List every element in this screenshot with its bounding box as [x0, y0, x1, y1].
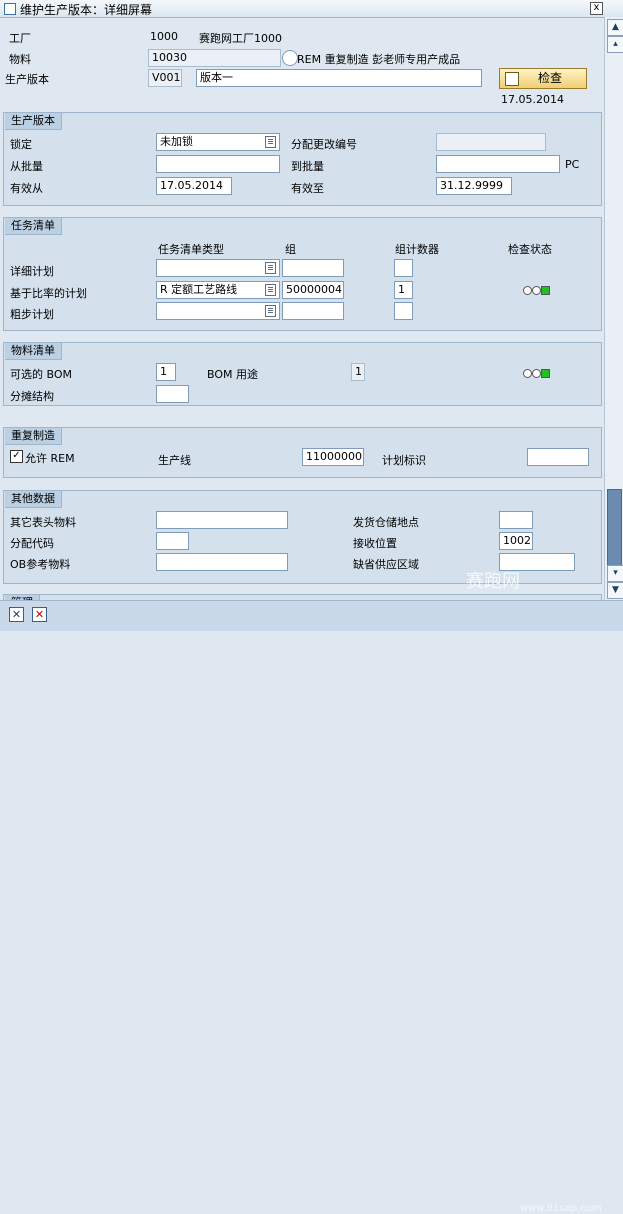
task-type-select[interactable]	[156, 259, 280, 277]
bom-usage-field[interactable]: 1	[351, 363, 365, 381]
check-icon	[505, 72, 519, 86]
scroll-top-icon[interactable]: ▲	[607, 19, 623, 36]
plant-value: 1000	[150, 30, 178, 43]
task-group-field[interactable]	[282, 302, 344, 320]
status-lights-icon	[523, 286, 551, 296]
dropdown-icon[interactable]	[265, 305, 276, 317]
valid-from-field[interactable]: 17.05.2014	[156, 177, 232, 195]
to-lot-label: 到批量	[291, 160, 324, 173]
section-production-version: 生产版本 锁定 未加锁 分配更改编号 从批量 到批量 PC 有效从 17.05.…	[3, 112, 602, 206]
task-counter-field[interactable]	[394, 259, 413, 277]
check-button[interactable]: 检查	[499, 68, 587, 89]
dropdown-icon[interactable]	[265, 284, 276, 296]
main-content: 工厂 1000 赛跑网工厂1000 物料 10030 REM 重复制造 彭老师专…	[0, 17, 603, 600]
valid-from-label: 有效从	[10, 182, 43, 195]
version-label: 生产版本	[5, 73, 49, 86]
plant-desc: 赛跑网工厂1000	[199, 32, 282, 45]
close-icon[interactable]: x	[590, 2, 603, 15]
task-type-value: R 定额工艺路线	[160, 283, 238, 296]
col-counter: 组计数器	[395, 243, 439, 256]
receive-loc-label: 接收位置	[353, 537, 397, 550]
lock-value: 未加锁	[160, 135, 193, 148]
lock-select[interactable]: 未加锁	[156, 133, 280, 151]
change-no-label: 分配更改编号	[291, 138, 357, 151]
display-object-icon[interactable]	[282, 50, 298, 66]
plant-label: 工厂	[9, 32, 31, 45]
receive-loc-field[interactable]: 1002	[499, 532, 533, 550]
watermark-url: www.91sap.com	[520, 1203, 602, 1214]
version-desc-field[interactable]: 版本一	[196, 69, 482, 87]
supply-area-label: 缺省供应区域	[353, 558, 419, 571]
valid-to-field[interactable]: 31.12.9999	[436, 177, 512, 195]
lot-unit: PC	[565, 158, 580, 171]
scroll-down-icon[interactable]: ▾	[607, 565, 623, 582]
dist-key-field[interactable]	[156, 532, 189, 550]
apportion-label: 分摊结构	[10, 390, 54, 403]
from-lot-field[interactable]	[156, 155, 280, 173]
section-title: 物料清单	[5, 343, 62, 360]
material-field[interactable]: 10030	[148, 49, 281, 67]
issue-loc-field[interactable]	[499, 511, 533, 529]
dist-key-label: 分配代码	[10, 537, 54, 550]
lock-label: 锁定	[10, 138, 32, 151]
other-header-field[interactable]	[156, 511, 288, 529]
confirm-icon[interactable]: ✕	[9, 607, 24, 622]
task-group-field[interactable]	[282, 259, 344, 277]
plan-id-label: 计划标识	[382, 454, 426, 467]
allow-rem-label: 允许 REM	[25, 452, 75, 465]
task-group-field[interactable]: 50000004	[282, 281, 344, 299]
cancel-icon[interactable]: ✕	[32, 607, 47, 622]
task-row-label: 详细计划	[10, 265, 54, 278]
vertical-scrollbar[interactable]: ▲ ▴ ▾ ▼	[604, 17, 623, 600]
section-title: 重复制造	[5, 428, 62, 445]
section-title: 任务清单	[5, 218, 62, 235]
material-label: 物料	[9, 53, 31, 66]
line-field[interactable]: 11000000	[302, 448, 364, 466]
from-lot-label: 从批量	[10, 160, 43, 173]
ob-ref-label: OB参考物料	[10, 558, 71, 571]
task-row-label: 粗步计划	[10, 308, 54, 321]
col-check: 检查状态	[508, 243, 552, 256]
scroll-bottom-icon[interactable]: ▼	[607, 582, 623, 599]
section-rem: 重复制造 ✓ 允许 REM 生产线 11000000 计划标识	[3, 427, 602, 478]
allow-rem-checkbox[interactable]: ✓	[10, 450, 23, 463]
change-no-field[interactable]	[436, 133, 546, 151]
task-row-label: 基于比率的计划	[10, 287, 87, 300]
title-bar: 维护生产版本：详细屏幕 x	[0, 0, 623, 18]
dropdown-icon[interactable]	[265, 136, 276, 148]
window-icon	[4, 3, 16, 15]
check-date: 17.05.2014	[501, 93, 564, 106]
alt-bom-field[interactable]: 1	[156, 363, 176, 381]
section-bom: 物料清单 可选的 BOM 1 BOM 用途 1 分摊结构	[3, 342, 602, 406]
task-type-select[interactable]: R 定额工艺路线	[156, 281, 280, 299]
section-title: 其他数据	[5, 491, 62, 508]
watermark: 赛跑网	[466, 571, 520, 592]
col-type: 任务清单类型	[158, 243, 224, 256]
plan-id-field[interactable]	[527, 448, 589, 466]
bom-usage-label: BOM 用途	[207, 368, 258, 381]
dropdown-icon[interactable]	[265, 262, 276, 274]
section-title: 生产版本	[5, 113, 62, 130]
window-title: 维护生产版本：详细屏幕	[20, 3, 153, 17]
task-type-select[interactable]	[156, 302, 280, 320]
line-label: 生产线	[158, 454, 191, 467]
version-field[interactable]: V001	[148, 69, 182, 87]
ob-ref-field[interactable]	[156, 553, 288, 571]
col-group: 组	[285, 243, 296, 256]
status-lights-icon	[523, 369, 551, 379]
valid-to-label: 有效至	[291, 182, 324, 195]
issue-loc-label: 发货仓储地点	[353, 516, 419, 529]
task-counter-field[interactable]: 1	[394, 281, 413, 299]
scroll-up-icon[interactable]: ▴	[607, 36, 623, 53]
task-counter-field[interactable]	[394, 302, 413, 320]
status-bar: ✕ ✕ www.91sap.com	[0, 600, 623, 1214]
apportion-field[interactable]	[156, 385, 189, 403]
material-desc: REM 重复制造 彭老师专用产成品	[297, 53, 461, 66]
to-lot-field[interactable]	[436, 155, 560, 173]
alt-bom-label: 可选的 BOM	[10, 368, 72, 381]
section-task-list: 任务清单 任务清单类型 组 组计数器 检查状态 详细计划 基于比率的计划 R 定…	[3, 217, 602, 331]
other-header-label: 其它表头物料	[10, 516, 76, 529]
check-button-label: 检查	[537, 71, 562, 85]
